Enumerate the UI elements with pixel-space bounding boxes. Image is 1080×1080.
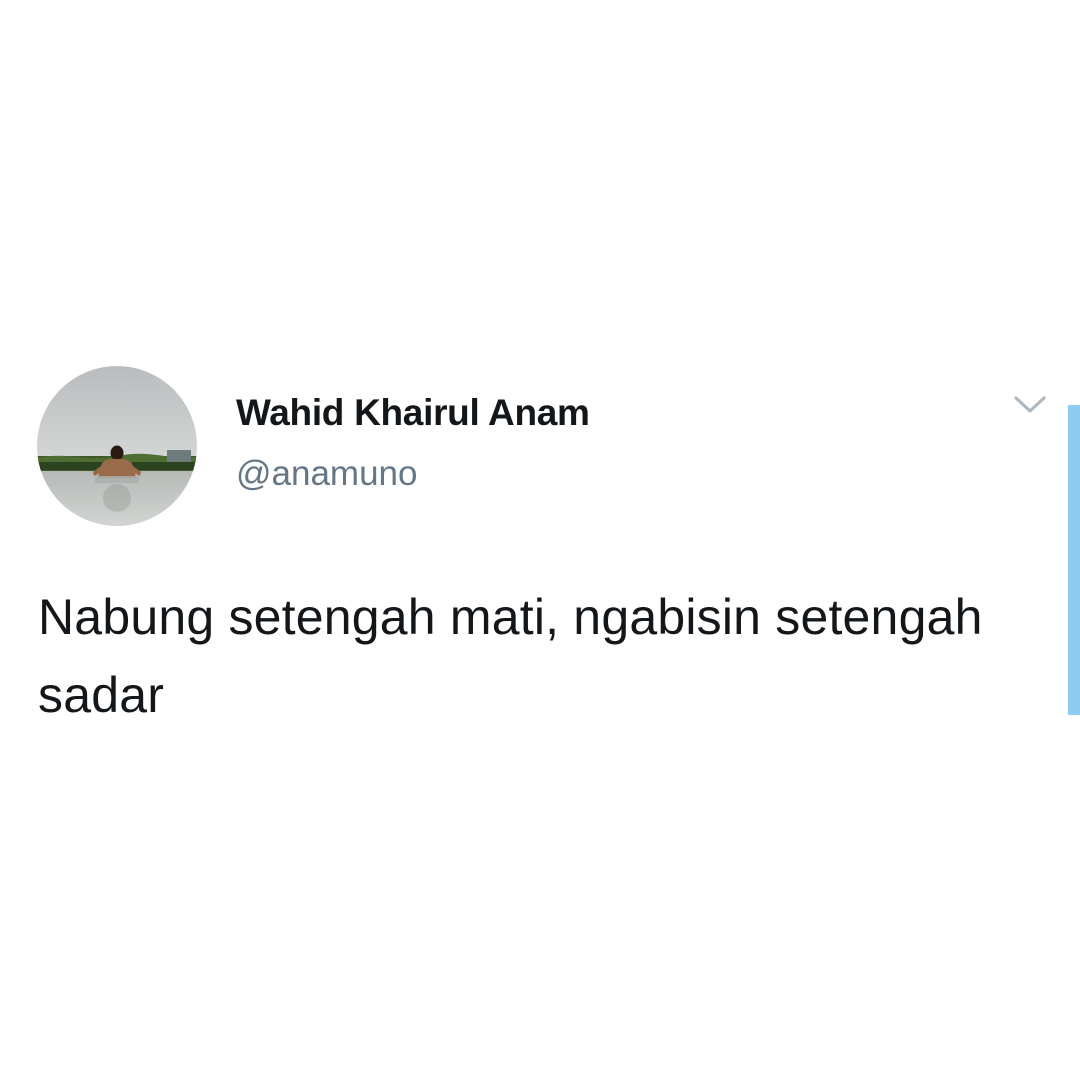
tweet-options-button[interactable] <box>1008 388 1054 422</box>
chevron-down-icon <box>1014 396 1046 413</box>
tweet-text: Nabung setengah mati, ngabisin setengah … <box>38 589 983 723</box>
tweet-card: Wahid Khairul Anam @anamuno Nabung seten… <box>0 0 1080 1080</box>
display-name[interactable]: Wahid Khairul Anam <box>236 392 590 434</box>
scroll-indicator <box>1068 405 1080 715</box>
avatar-photo-icon <box>37 366 197 526</box>
avatar[interactable] <box>37 366 197 526</box>
user-handle[interactable]: @anamuno <box>236 454 417 494</box>
